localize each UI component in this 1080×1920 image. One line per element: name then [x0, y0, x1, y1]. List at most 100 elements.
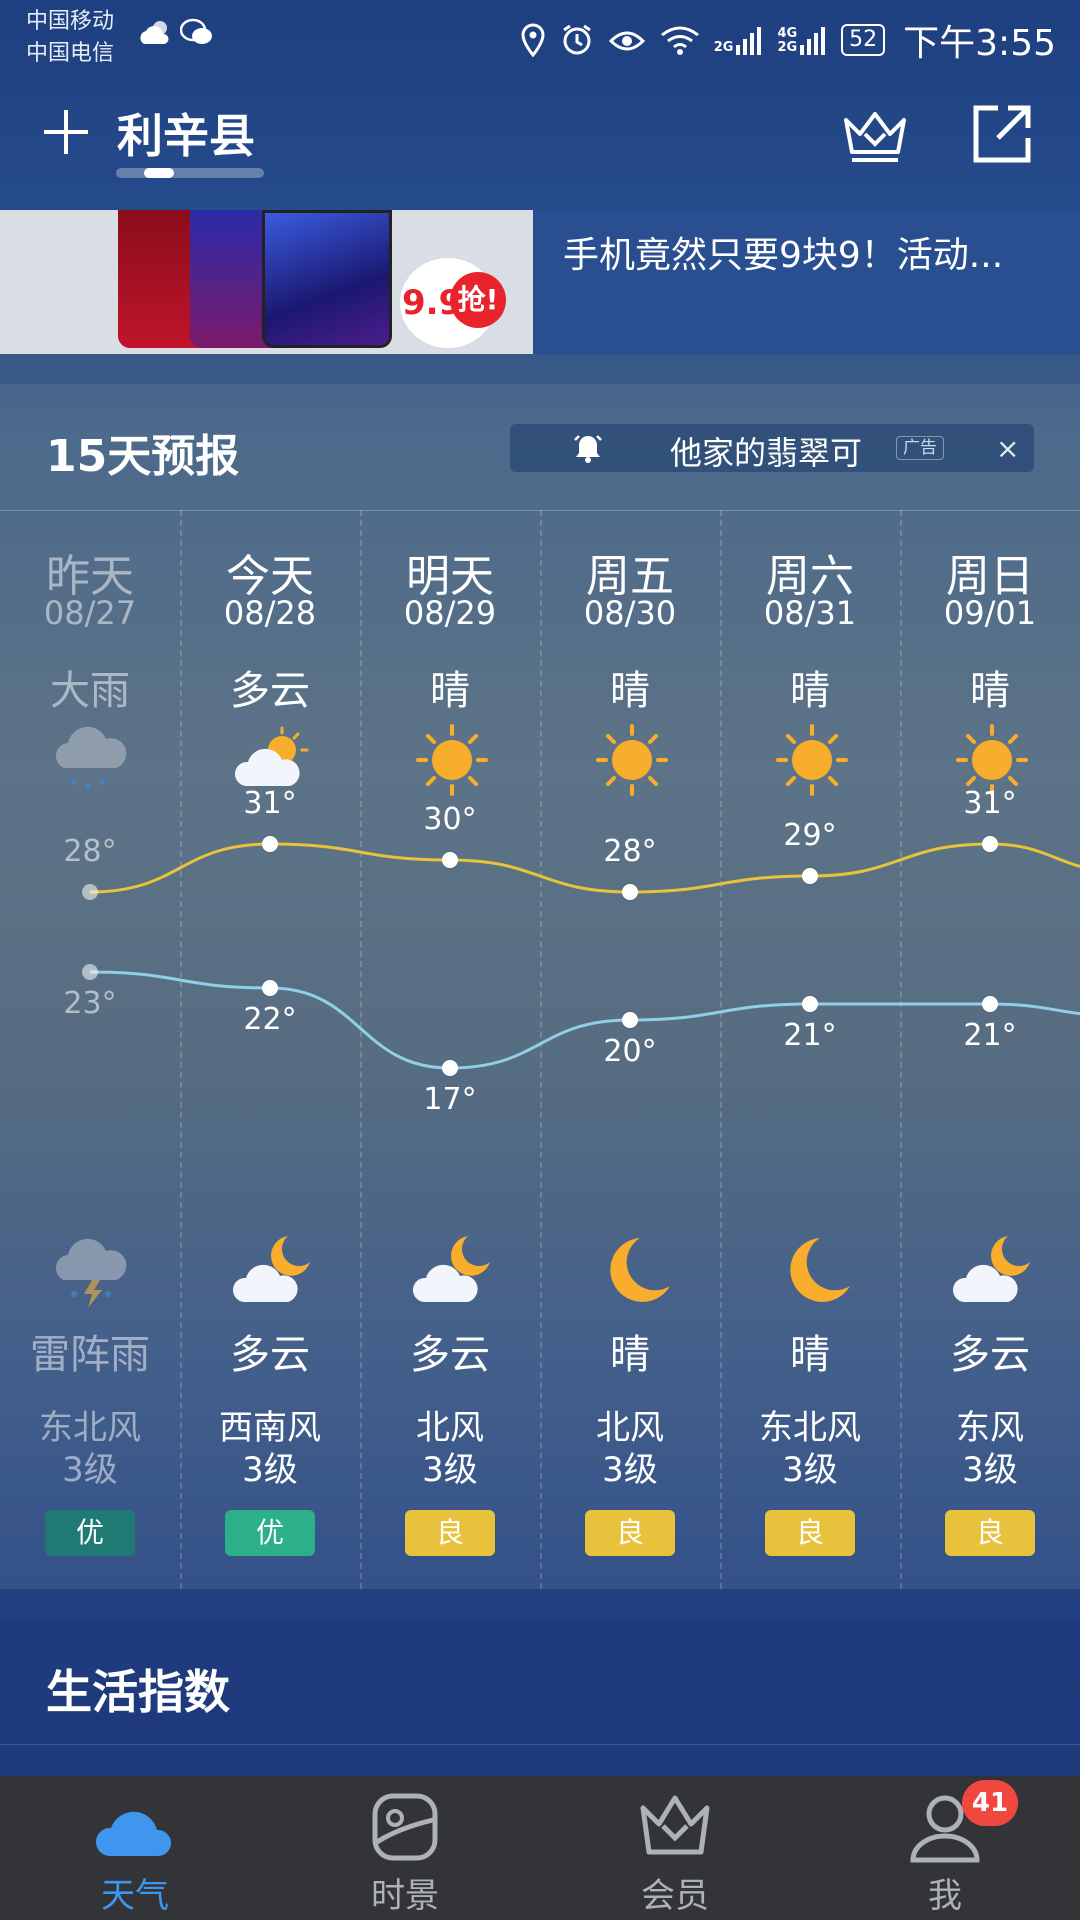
partly-cloudy-night-icon	[232, 1230, 316, 1314]
ad-price-badge: 9.9 抢!	[400, 258, 506, 348]
low-temp-label: 21°	[963, 1018, 1017, 1053]
day-date: 08/30	[583, 594, 677, 632]
status-right-icons: 2G 4G 2G 52 下午3:55	[520, 14, 1056, 66]
ad-image[interactable]: 9.9 抢!	[0, 210, 533, 354]
night-weather: 晴	[790, 1332, 830, 1378]
moon-icon	[772, 1230, 856, 1314]
day-weather: 大雨	[50, 668, 130, 714]
moon-icon	[592, 1230, 676, 1314]
low-temp-label: 17°	[423, 1082, 477, 1117]
app-header: 利辛县	[0, 90, 1080, 190]
battery-indicator: 52	[841, 24, 886, 56]
share-icon[interactable]	[968, 102, 1034, 168]
ad-chip-text: 他家的翡翠可	[670, 434, 863, 472]
ad-title[interactable]: 手机竟然只要9块9！活动...	[563, 226, 1003, 278]
forecast-title: 15天预报	[46, 431, 240, 482]
high-temp-label: 31°	[963, 786, 1017, 821]
cloud-icon	[95, 1811, 172, 1856]
nav-profile[interactable]: 我	[810, 1776, 1080, 1920]
day-date: 08/29	[403, 594, 497, 632]
day-weather: 晴	[430, 668, 470, 714]
nav-scenery[interactable]: 时景	[270, 1776, 540, 1920]
phone-image-blue	[262, 210, 392, 348]
aqi-badge: 良	[585, 1510, 675, 1556]
night-weather: 雷阵雨	[30, 1332, 150, 1378]
page-indicator-active	[144, 168, 174, 178]
thunderstorm-icon	[52, 1230, 136, 1314]
day-column[interactable]: 今天 08/28 多云 多云 西南风 3级优	[180, 510, 360, 1589]
sun-icon	[412, 720, 492, 800]
wifi-icon	[660, 26, 699, 55]
crown-icon[interactable]	[840, 106, 910, 166]
night-weather: 晴	[610, 1332, 650, 1378]
notification-badge: 41	[962, 1780, 1018, 1826]
day-weather: 晴	[610, 668, 650, 714]
forecast-card: 15天预报 他家的翡翠可 广告 × 昨天 08/27 大雨 雷阵雨 东北风 3级优今天 08…	[0, 384, 1080, 1589]
status-notification-icons	[138, 18, 214, 48]
day-weather: 多云	[230, 668, 310, 714]
status-bar: 中国移动 中国电信 2G 4G 2G 52 下午3:55	[0, 0, 1080, 78]
high-temp-label: 28°	[63, 834, 117, 869]
partly-cloudy-night-icon	[412, 1230, 496, 1314]
wind-level: 3级	[62, 1450, 118, 1490]
low-temp-label: 20°	[603, 1034, 657, 1069]
nav-scenery-label: 时景	[371, 1876, 439, 1916]
scenery-icon	[372, 1793, 438, 1861]
day-date: 08/27	[43, 594, 137, 632]
network-type-2: 4G 2G	[777, 25, 827, 55]
bottom-nav: 天气 时景 会员 我	[0, 1776, 1080, 1920]
nav-weather-label: 天气	[101, 1876, 169, 1916]
carrier-2: 中国电信	[26, 41, 115, 66]
heavy-rain-icon	[52, 720, 132, 800]
network-type-1: 2G	[714, 25, 764, 55]
day-column[interactable]: 昨天 08/27 大雨 雷阵雨 东北风 3级优	[0, 510, 180, 1589]
eye-comfort-icon	[608, 31, 645, 51]
nav-weather[interactable]: 天气	[0, 1776, 270, 1920]
sun-icon	[772, 720, 852, 800]
wind-level: 3级	[242, 1450, 298, 1490]
aqi-badge: 良	[405, 1510, 495, 1556]
signal-icon	[736, 27, 762, 55]
city-name[interactable]: 利辛县	[117, 100, 255, 166]
day-date: 08/31	[763, 594, 857, 632]
signal-icon-2	[800, 27, 826, 55]
low-temp-label: 21°	[783, 1018, 837, 1053]
high-temp-label: 30°	[423, 802, 477, 837]
day-date: 09/01	[943, 594, 1037, 632]
weather-notification-icon	[140, 21, 169, 44]
location-icon	[521, 23, 545, 57]
life-index-title: 生活指数	[46, 1665, 230, 1719]
aqi-badge: 优	[45, 1510, 135, 1556]
wind-level: 3级	[782, 1450, 838, 1490]
aqi-badge: 良	[945, 1510, 1035, 1556]
crown-icon	[640, 1795, 710, 1855]
wechat-notification-icon	[180, 18, 212, 44]
day-weather: 晴	[970, 668, 1010, 714]
night-weather: 多云	[230, 1332, 310, 1378]
add-city-button[interactable]	[44, 110, 88, 154]
wind-level: 3级	[962, 1450, 1018, 1490]
day-column[interactable]: 明天 08/29 晴多云 北风 3级良	[360, 510, 540, 1589]
low-temp-label: 23°	[63, 986, 117, 1021]
carrier-1: 中国移动	[26, 9, 115, 34]
high-temp-label: 29°	[783, 818, 837, 853]
low-temp-label: 22°	[243, 1002, 297, 1037]
status-time: 下午3:55	[903, 23, 1056, 64]
night-weather: 多云	[950, 1332, 1030, 1378]
high-temp-label: 28°	[603, 834, 657, 869]
night-weather: 多云	[410, 1332, 490, 1378]
life-index-divider	[0, 1744, 1080, 1745]
day-date: 08/28	[223, 594, 317, 632]
ad-chip[interactable]: 他家的翡翠可 广告 ×	[510, 424, 1034, 472]
bell-icon	[574, 435, 602, 463]
high-temp-label: 31°	[243, 786, 297, 821]
close-icon[interactable]: ×	[996, 432, 1019, 465]
nav-profile-label: 我	[928, 1876, 962, 1916]
partly-cloudy-night-icon	[952, 1230, 1036, 1314]
ad-banner[interactable]: 9.9 抢! 手机竟然只要9块9！活动...	[0, 210, 1080, 354]
aqi-badge: 优	[225, 1510, 315, 1556]
life-index-section: 生活指数	[0, 1620, 1080, 1776]
page-indicator	[116, 168, 264, 178]
sun-icon	[592, 720, 672, 800]
nav-member[interactable]: 会员	[540, 1776, 810, 1920]
